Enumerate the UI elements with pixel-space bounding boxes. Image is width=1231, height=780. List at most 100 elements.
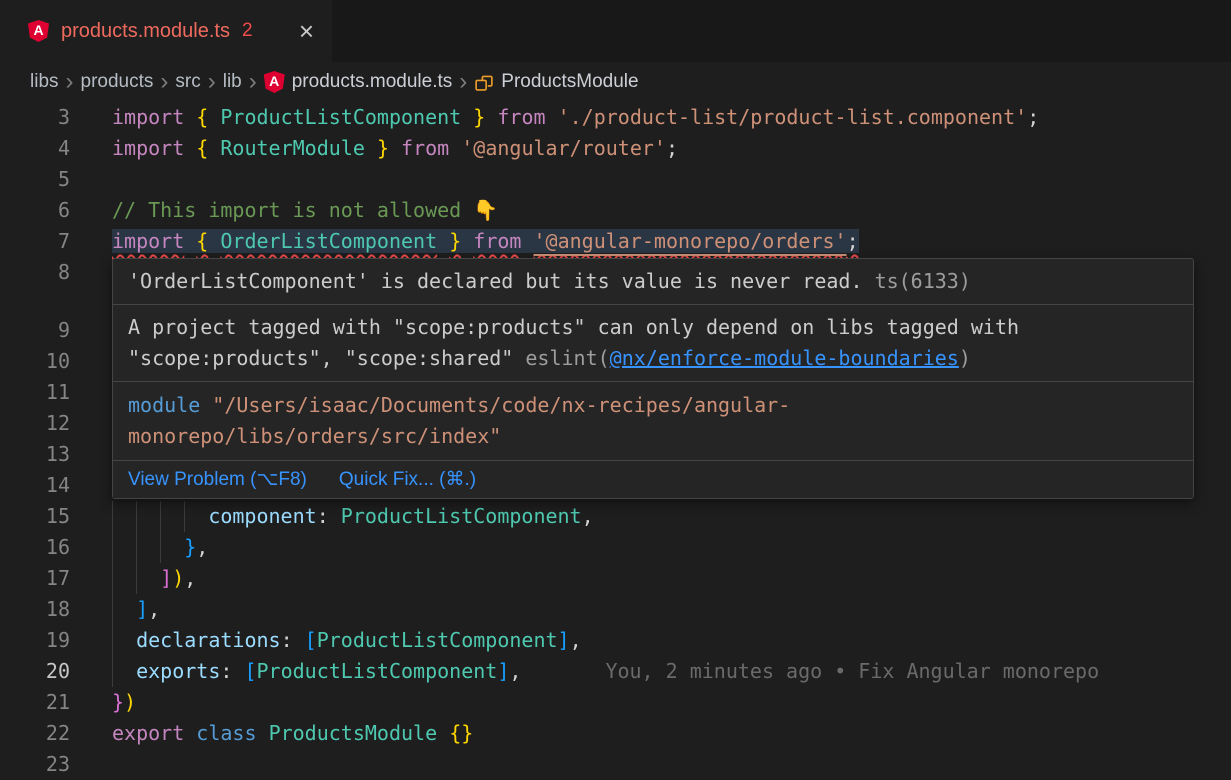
code-content: import { RouterModule } from '@angular/r… [112,133,1231,164]
code-line[interactable]: 7import { OrderListComponent } from '@an… [0,226,1231,257]
code-token: import [112,136,184,160]
code-content: export class ProductsModule {} [112,718,1231,749]
indent-guide [160,532,184,563]
eslint-rule-prefix: eslint( [525,346,609,370]
code-token: } [112,690,124,714]
hover-status-bar: View Problem (⌥F8) Quick Fix... (⌘.) [113,460,1193,498]
code-line[interactable]: 18], [0,594,1231,625]
code-content: // This import is not allowed 👇 [112,195,1231,226]
code-line[interactable]: 23 [0,749,1231,780]
code-line[interactable]: 3import { ProductListComponent } from '.… [0,102,1231,133]
breadcrumb: libs › products › src › lib › A products… [0,62,1231,102]
code-token: '@angular/router' [461,136,666,160]
line-number[interactable]: 10 [0,346,112,377]
code-token: import [112,105,184,129]
code-content: import { OrderListComponent } from '@ang… [112,226,1231,257]
breadcrumb-item-src[interactable]: src [175,71,200,93]
code-token: OrderListComponent [220,229,437,253]
code-content [112,164,1231,195]
diagnostic-code: ts(6133) [875,269,971,293]
class-symbol-icon [474,72,494,92]
code-token: 👇 [473,198,498,222]
breadcrumb-item-libs[interactable]: libs [30,71,59,93]
quick-fix-button[interactable]: Quick Fix... (⌘.) [339,464,476,495]
breadcrumb-item-symbol[interactable]: ProductsModule [474,71,638,93]
line-number[interactable]: 12 [0,408,112,439]
breadcrumb-item-products[interactable]: products [81,71,154,93]
indent-guide [184,501,208,532]
line-number[interactable]: 20 [0,656,112,687]
diagnostic-message: 'OrderListComponent' is declared but its… [128,269,863,293]
code-token: [ [305,628,317,652]
indent-guide [136,532,160,563]
line-number[interactable]: 16 [0,532,112,563]
line-number[interactable]: 17 [0,563,112,594]
code-line[interactable]: 4import { RouterModule } from '@angular/… [0,133,1231,164]
line-number[interactable]: 4 [0,133,112,164]
line-number[interactable]: 19 [0,625,112,656]
line-number[interactable]: 3 [0,102,112,133]
indent-guide [112,563,136,594]
code-line[interactable]: 19declarations: [ProductListComponent], [0,625,1231,656]
code-token: : [281,628,305,652]
line-number[interactable]: 13 [0,439,112,470]
code-token: , [509,659,521,683]
angular-icon: A [28,20,49,42]
eslint-message-line2-text: "scope:products", "scope:shared" [128,346,513,370]
indent-guide [136,501,160,532]
line-number[interactable]: 9 [0,315,112,346]
code-content: ], [112,594,1231,625]
indent-guide [112,501,136,532]
breadcrumb-item-file[interactable]: A products.module.ts [264,71,453,93]
indent-guide [112,594,136,625]
eslint-rule-link[interactable]: @nx/enforce-module-boundaries [610,346,959,370]
code-token: : [317,504,341,528]
code-token: from [497,105,545,129]
code-token: } [377,136,389,160]
code-token: , [148,597,160,621]
code-token: { [196,136,208,160]
code-token [389,136,401,160]
view-problem-button[interactable]: View Problem (⌥F8) [128,464,307,495]
line-number[interactable]: 21 [0,687,112,718]
line-number[interactable]: 7 [0,226,112,257]
module-keyword: module [128,393,200,417]
code-line[interactable]: 5 [0,164,1231,195]
line-number[interactable]: 5 [0,164,112,195]
code-token: } [184,535,196,559]
code-token: } [449,229,461,253]
line-number[interactable]: 8 [0,257,112,288]
code-line[interactable]: 22export class ProductsModule {} [0,718,1231,749]
code-line[interactable]: 6// This import is not allowed 👇 [0,195,1231,226]
code-line[interactable]: 17]), [0,563,1231,594]
chevron-right-icon: › [452,70,474,94]
code-token: ; [847,229,859,253]
code-token: declarations [136,628,281,652]
hover-eslint-diagnostic: A project tagged with "scope:products" c… [113,304,1193,381]
line-number[interactable]: 23 [0,749,112,780]
line-number[interactable]: 6 [0,195,112,226]
breadcrumb-item-lib[interactable]: lib [223,71,242,93]
error-squiggle-highlight: import { OrderListComponent } from '@ang… [112,229,859,253]
code-editor: 3import { ProductListComponent } from '.… [0,102,1231,780]
line-number[interactable]: 18 [0,594,112,625]
code-token: , [196,535,208,559]
indent-guide [112,625,136,656]
chevron-right-icon: › [59,70,81,94]
line-number[interactable]: 15 [0,501,112,532]
code-content [112,749,1231,780]
code-content: }, [112,532,1231,563]
code-token: , [184,566,196,590]
code-line[interactable]: 21}) [0,687,1231,718]
close-icon[interactable]: × [299,18,314,44]
code-line[interactable]: 15component: ProductListComponent, [0,501,1231,532]
code-content: ]), [112,563,1231,594]
line-number[interactable]: 14 [0,470,112,501]
code-line[interactable]: 16}, [0,532,1231,563]
code-line[interactable]: 20exports: [ProductListComponent],You, 2… [0,656,1231,687]
chevron-right-icon: › [201,70,223,94]
line-number[interactable]: 11 [0,377,112,408]
tab-products-module[interactable]: A products.module.ts 2 × [0,0,332,62]
code-token: { [196,229,208,253]
line-number[interactable]: 22 [0,718,112,749]
